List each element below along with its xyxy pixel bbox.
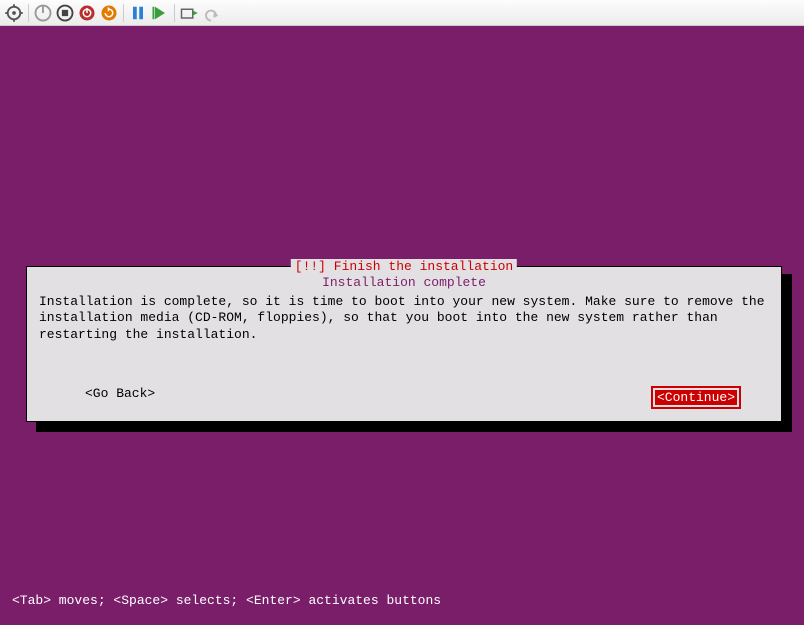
go-back-button[interactable]: <Go Back> xyxy=(85,386,155,409)
stop-icon[interactable] xyxy=(55,3,75,23)
dialog-body: Installation is complete, so it is time … xyxy=(39,294,769,343)
play-icon[interactable] xyxy=(150,3,170,23)
snapshot-icon[interactable] xyxy=(179,3,199,23)
vm-display: [!!] Finish the installation Installatio… xyxy=(0,26,804,625)
shutdown-icon[interactable] xyxy=(77,3,97,23)
vm-toolbar xyxy=(0,0,804,26)
power-icon[interactable] xyxy=(33,3,53,23)
restart-icon[interactable] xyxy=(99,3,119,23)
undo-icon[interactable] xyxy=(201,3,221,23)
toolbar-separator xyxy=(28,4,29,22)
dialog-subtitle: Installation complete xyxy=(27,275,781,290)
continue-button[interactable]: <Continue> xyxy=(655,390,737,405)
console-screen: [!!] Finish the installation Installatio… xyxy=(12,38,792,608)
settings-icon[interactable] xyxy=(4,3,24,23)
toolbar-separator xyxy=(174,4,175,22)
help-footer: <Tab> moves; <Space> selects; <Enter> ac… xyxy=(12,593,441,608)
dialog-button-row: <Go Back> <Continue> xyxy=(27,386,781,409)
toolbar-separator xyxy=(123,4,124,22)
dialog-title: [!!] Finish the installation xyxy=(291,259,517,274)
installer-dialog: [!!] Finish the installation Installatio… xyxy=(26,266,782,422)
continue-button-highlight: <Continue> xyxy=(651,386,741,409)
pause-icon[interactable] xyxy=(128,3,148,23)
